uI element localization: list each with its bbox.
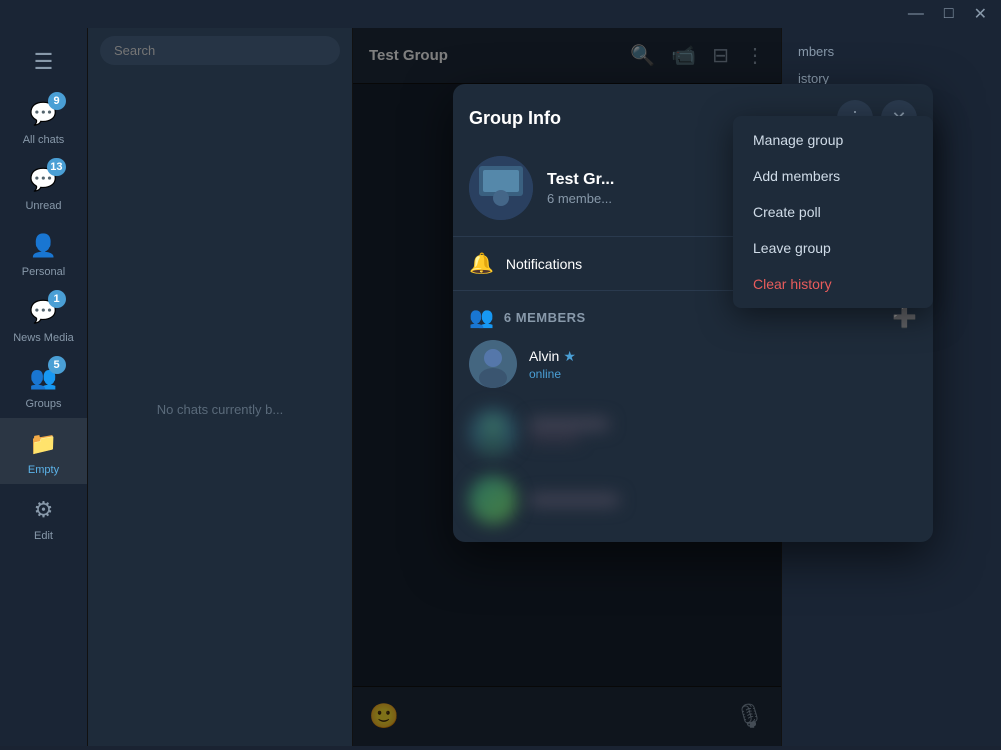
member-name-alvin: Alvin ★ — [529, 348, 576, 365]
search-input[interactable] — [100, 36, 340, 65]
blurred-avatar-1-image — [469, 408, 517, 456]
menu-icon: ☰ — [26, 44, 62, 80]
app-body: ☰ 💬 9 All chats 💬 13 Unread 👤 Personal — [0, 28, 1001, 746]
all-chats-icon: 💬 9 — [26, 96, 62, 132]
chat-list-pane: No chats currently b... — [88, 28, 353, 746]
unread-icon: 💬 13 — [26, 162, 62, 198]
member-avatar-alvin — [469, 340, 517, 388]
context-menu: Manage group Add members Create poll Lea… — [733, 116, 933, 308]
empty-icon: 📁 — [26, 426, 62, 462]
minimize-button[interactable]: — — [902, 3, 930, 25]
members-title: 6 MEMBERS — [504, 310, 586, 325]
search-bar — [88, 28, 352, 73]
sidebar-item-empty[interactable]: 📁 Empty — [0, 418, 87, 484]
members-header: 👥 6 MEMBERS ➕ — [469, 305, 917, 330]
sidebar: ☰ 💬 9 All chats 💬 13 Unread 👤 Personal — [0, 28, 88, 746]
personal-icon: 👤 — [26, 228, 62, 264]
member-status-alvin: online — [529, 367, 576, 381]
member-row-alvin[interactable]: Alvin ★ online — [469, 330, 917, 398]
close-button[interactable]: ✕ — [968, 2, 993, 26]
all-chats-label: All chats — [23, 134, 65, 146]
group-avatar — [469, 156, 533, 220]
sidebar-item-menu[interactable]: ☰ — [0, 36, 87, 88]
maximize-button[interactable]: □ — [938, 3, 960, 25]
star-icon: ★ — [563, 348, 576, 365]
member-avatar-blurred-1 — [469, 408, 517, 456]
sidebar-item-all-chats[interactable]: 💬 9 All chats — [0, 88, 87, 154]
context-create-poll[interactable]: Create poll — [733, 194, 933, 230]
member-info-blurred-1 — [529, 418, 609, 446]
member-status-blurred-1 — [529, 432, 609, 446]
all-chats-badge: 9 — [48, 92, 66, 110]
group-name: Test Gr... — [547, 171, 614, 189]
groups-badge: 5 — [48, 356, 66, 374]
chat-list-content: No chats currently b... — [88, 73, 352, 746]
personal-label: Personal — [22, 266, 65, 278]
right-panel-members[interactable]: mbers — [798, 44, 985, 59]
no-chats-text: No chats currently b... — [157, 402, 283, 417]
member-name-blurred-2 — [529, 494, 619, 506]
context-add-members[interactable]: Add members — [733, 158, 933, 194]
members-left: 👥 6 MEMBERS — [469, 305, 586, 330]
sidebar-item-personal[interactable]: 👤 Personal — [0, 220, 87, 286]
edit-label: Edit — [34, 530, 53, 542]
members-icon: 👥 — [469, 305, 494, 330]
group-details: Test Gr... 6 membe... — [547, 171, 614, 206]
context-clear-history[interactable]: Clear history — [733, 266, 933, 302]
group-members-count: 6 membe... — [547, 191, 614, 206]
empty-label: Empty — [28, 464, 59, 476]
sidebar-item-edit[interactable]: ⚙ Edit — [0, 484, 87, 550]
notifications-label: Notifications — [506, 256, 582, 272]
news-media-icon: 💬 1 — [26, 294, 62, 330]
alvin-avatar-image — [469, 340, 517, 388]
sidebar-item-unread[interactable]: 💬 13 Unread — [0, 154, 87, 220]
news-media-badge: 1 — [48, 290, 66, 308]
modal-title: Group Info — [469, 108, 561, 129]
unread-badge: 13 — [47, 158, 65, 176]
sidebar-item-news-media[interactable]: 💬 1 News Media — [0, 286, 87, 352]
member-row-blurred-2[interactable] — [469, 466, 917, 534]
sidebar-item-groups[interactable]: 👥 5 Groups — [0, 352, 87, 418]
unread-label: Unread — [25, 200, 61, 212]
window-titlebar: — □ ✕ — [0, 0, 1001, 28]
notif-left: 🔔 Notifications — [469, 251, 582, 276]
group-avatar-image — [469, 156, 533, 220]
member-avatar-blurred-2 — [469, 476, 517, 524]
member-info-alvin: Alvin ★ online — [529, 348, 576, 381]
edit-icon: ⚙ — [26, 492, 62, 528]
members-section: 👥 6 MEMBERS ➕ — [453, 291, 933, 542]
context-manage-group[interactable]: Manage group — [733, 122, 933, 158]
groups-icon: 👥 5 — [26, 360, 62, 396]
context-leave-group[interactable]: Leave group — [733, 230, 933, 266]
groups-label: Groups — [25, 398, 61, 410]
member-info-blurred-2 — [529, 494, 619, 506]
main-area: Test Group 🔍 📹 ⊟ ⋮ Group Info ⋮ ✕ — [353, 28, 781, 746]
notifications-bell-icon: 🔔 — [469, 251, 494, 276]
member-row-blurred-1[interactable] — [469, 398, 917, 466]
member-name-blurred-1 — [529, 418, 609, 430]
add-member-button[interactable]: ➕ — [892, 305, 917, 330]
news-media-label: News Media — [13, 332, 74, 344]
